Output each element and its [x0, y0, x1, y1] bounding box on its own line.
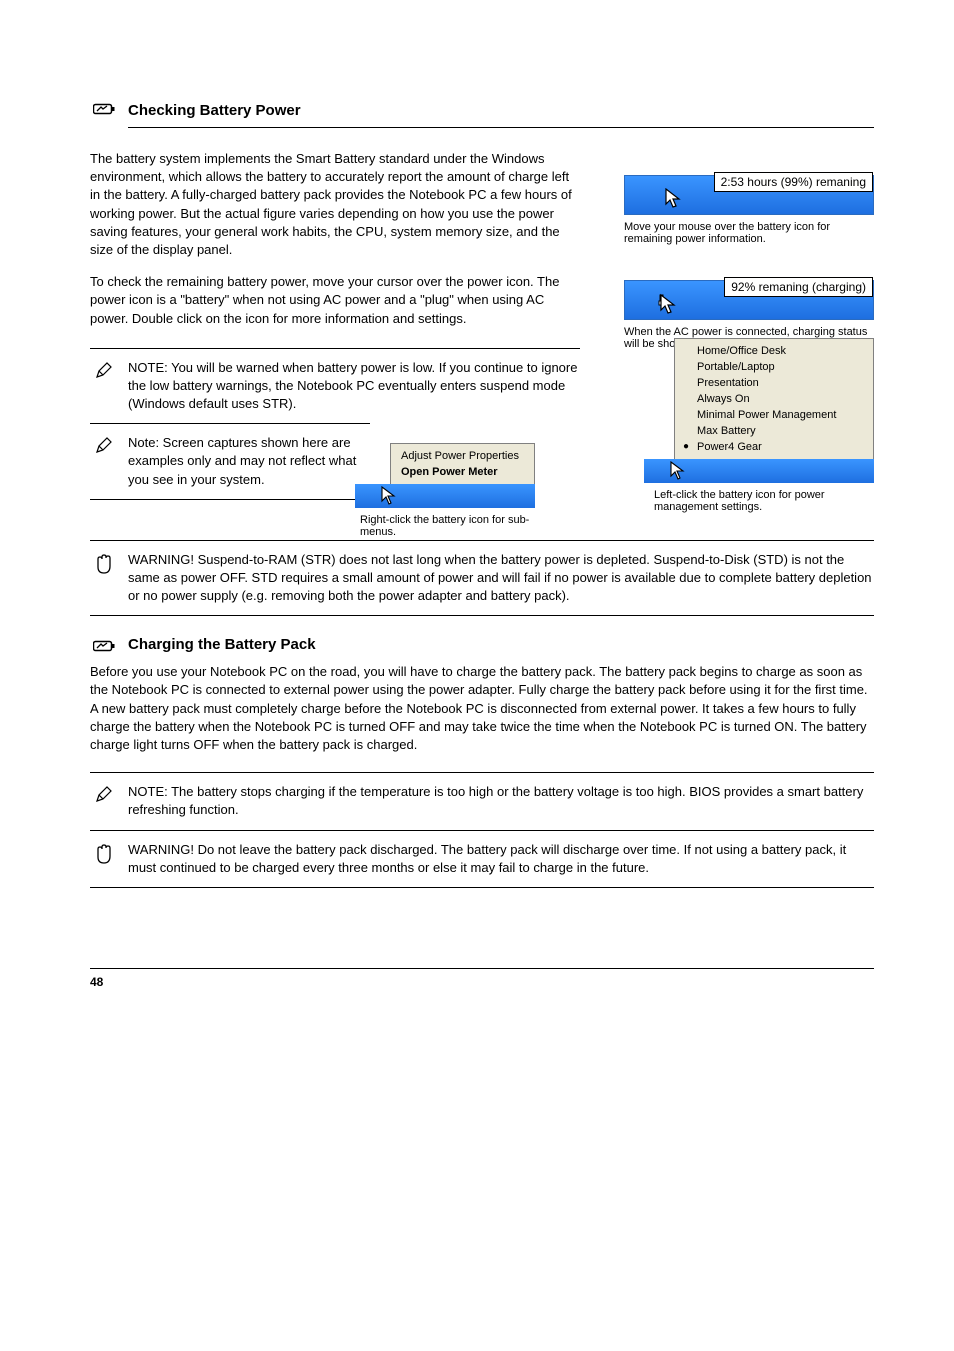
- scheme-minimal-power[interactable]: Minimal Power Management: [675, 407, 873, 423]
- section-title: Checking Battery Power: [128, 100, 874, 128]
- power-scheme-menu[interactable]: Home/Office Desk Portable/Laptop Present…: [674, 338, 874, 460]
- scheme-always-on[interactable]: Always On: [675, 391, 873, 407]
- charging-body: Before you use your Notebook PC on the r…: [90, 663, 874, 754]
- charging-tooltip: 92% remaning (charging): [724, 277, 873, 297]
- context-menu-caption: Right-click the battery icon for sub-men…: [360, 514, 530, 538]
- scheme-presentation[interactable]: Presentation: [675, 375, 873, 391]
- battery-tooltip: 2:53 hours (99%) remaning: [714, 172, 873, 192]
- context-menu[interactable]: Adjust Power Properties Open Power Meter: [390, 443, 535, 485]
- note3-text: NOTE: The battery stops charging if the …: [128, 783, 874, 819]
- warning-str-std: WARNING! Suspend-to-RAM (STR) does not l…: [90, 540, 874, 617]
- note1-text: NOTE: You will be warned when battery po…: [128, 359, 580, 414]
- scheme-home-office[interactable]: Home/Office Desk: [675, 343, 873, 359]
- note-low-battery: NOTE: You will be warned when battery po…: [90, 359, 580, 414]
- tray-tooltip-remaining: 2:53 hours (99%) remaning Move your mous…: [624, 175, 874, 245]
- battery-outline-icon: [90, 100, 118, 116]
- warning-hand-icon: [90, 841, 118, 865]
- scheme-power4-gear[interactable]: Power4 Gear: [675, 439, 873, 455]
- page-footer: 48: [90, 968, 874, 989]
- warning-text: WARNING! Suspend-to-RAM (STR) does not l…: [128, 551, 874, 606]
- menu-item-adjust-power[interactable]: Adjust Power Properties: [391, 448, 534, 464]
- pencil-icon: [90, 783, 118, 803]
- power-menu-caption: Left-click the battery icon for power ma…: [654, 489, 864, 513]
- power-scheme-menu-snippet: Home/Office Desk Portable/Laptop Present…: [674, 338, 874, 513]
- warning-hand-icon: [90, 551, 118, 575]
- cursor-icon: [670, 461, 686, 481]
- section-header: Checking Battery Power: [90, 100, 874, 140]
- note-examples: Note: Screen captures shown here are exa…: [90, 434, 380, 489]
- tooltip1-caption: Move your mouse over the battery icon fo…: [624, 221, 874, 245]
- pencil-icon: [90, 359, 118, 379]
- cursor-icon: [381, 486, 397, 506]
- cursor-icon: [657, 293, 677, 315]
- charging-title: Charging the Battery Pack: [128, 636, 316, 653]
- pencil-icon: [90, 434, 118, 454]
- menu-item-open-power-meter[interactable]: Open Power Meter: [391, 464, 534, 480]
- battery-outline-icon: [90, 637, 118, 653]
- warning-discharge: WARNING! Do not leave the battery pack d…: [90, 831, 874, 888]
- note2-text: Note: Screen captures shown here are exa…: [128, 434, 380, 489]
- cursor-icon: [665, 188, 683, 210]
- scheme-max-battery[interactable]: Max Battery: [675, 423, 873, 439]
- scheme-portable-laptop[interactable]: Portable/Laptop: [675, 359, 873, 375]
- battery-context-menu-snippet: Adjust Power Properties Open Power Meter…: [390, 443, 535, 538]
- warning2-text: WARNING! Do not leave the battery pack d…: [128, 841, 874, 877]
- paragraph-1: The battery system implements the Smart …: [90, 150, 580, 259]
- page-number: 48: [90, 975, 103, 989]
- paragraph-2: To check the remaining battery power, mo…: [90, 273, 580, 328]
- note-temperature: NOTE: The battery stops charging if the …: [90, 772, 874, 830]
